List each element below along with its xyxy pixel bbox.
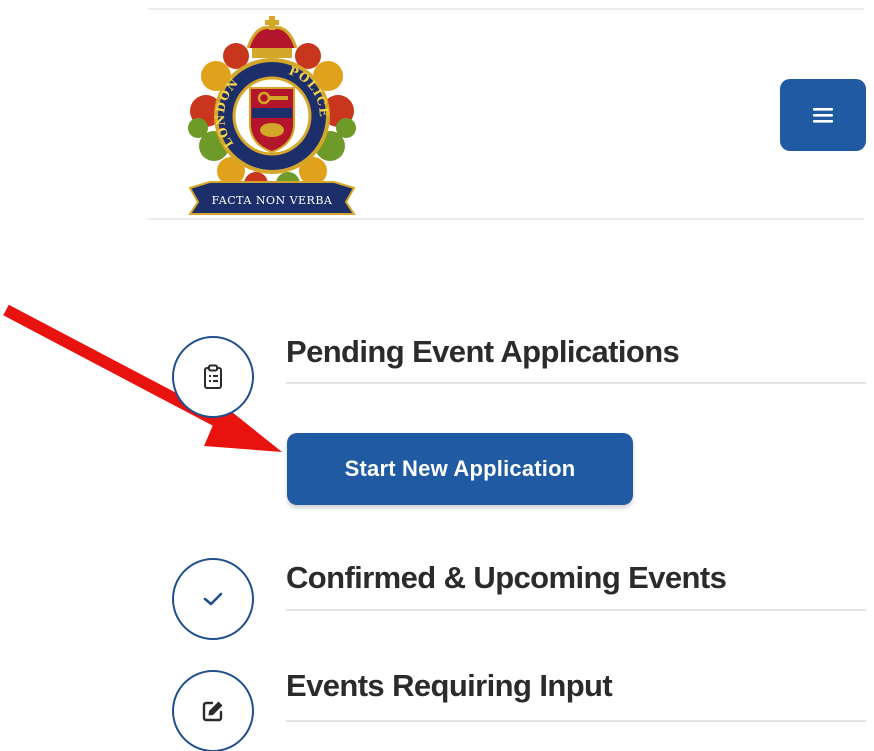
section-divider bbox=[286, 609, 866, 611]
edit-icon bbox=[202, 701, 223, 722]
hamburger-icon bbox=[813, 108, 833, 123]
logo-motto-text: FACTA NON VERBA bbox=[212, 194, 333, 207]
section-icon-circle bbox=[172, 558, 254, 640]
crown-icon bbox=[246, 16, 298, 58]
section-divider bbox=[286, 720, 866, 722]
clipboard-list-icon bbox=[204, 364, 222, 389]
start-new-application-button[interactable]: Start New Application bbox=[287, 433, 633, 505]
section-title[interactable]: Events Requiring Input bbox=[286, 670, 613, 701]
section-divider bbox=[286, 382, 866, 384]
top-divider bbox=[148, 8, 864, 10]
shield-icon bbox=[249, 87, 295, 154]
motto-banner: FACTA NON VERBA bbox=[188, 181, 356, 215]
check-icon bbox=[203, 592, 223, 606]
section-title[interactable]: Confirmed & Upcoming Events bbox=[286, 562, 727, 593]
annotation-arrow bbox=[3, 304, 282, 452]
page: LONDON POLICE FACTA NON VERBA Pending Ev… bbox=[0, 0, 874, 751]
section-title[interactable]: Pending Event Applications bbox=[286, 336, 680, 367]
menu-button[interactable] bbox=[780, 79, 866, 151]
header-divider bbox=[148, 218, 864, 220]
section-icon-circle bbox=[172, 336, 254, 418]
london-police-logo[interactable]: LONDON POLICE FACTA NON VERBA bbox=[186, 16, 358, 216]
section-icon-circle bbox=[172, 670, 254, 751]
